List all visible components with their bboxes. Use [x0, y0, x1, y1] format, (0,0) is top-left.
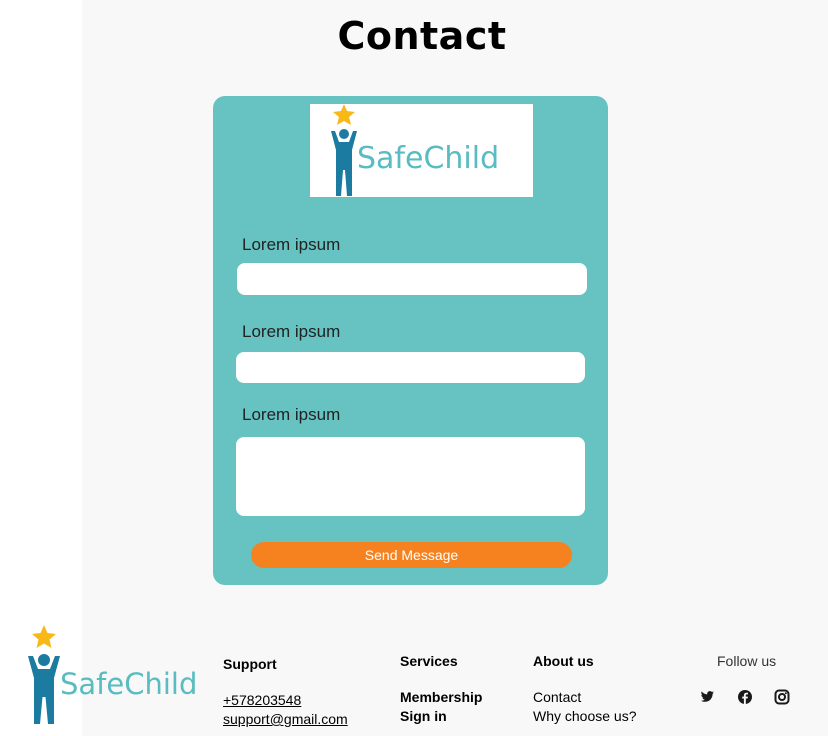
page-title: Contact: [337, 14, 507, 58]
footer-about-heading: About us: [533, 653, 594, 669]
footer-link-why-choose-us[interactable]: Why choose us?: [533, 708, 637, 724]
send-message-button[interactable]: Send Message: [251, 542, 572, 568]
twitter-icon[interactable]: [699, 689, 715, 705]
instagram-icon[interactable]: [774, 689, 790, 705]
follow-us-label: Follow us: [717, 653, 777, 669]
field-1-input[interactable]: [237, 263, 587, 295]
footer-link-membership[interactable]: Membership: [400, 689, 482, 705]
field-3-label: Lorem ipsum: [242, 405, 341, 424]
field-2-input[interactable]: [236, 352, 585, 383]
contact-form-card: SafeChild Lorem ipsum Lorem ipsum Lorem …: [213, 96, 608, 585]
footer-services-heading: Services: [400, 653, 458, 669]
footer-email-link[interactable]: support@gmail.com: [223, 711, 348, 727]
field-1-label: Lorem ipsum: [242, 235, 341, 254]
safechild-figure-icon: [331, 104, 357, 196]
field-2-label: Lorem ipsum: [242, 322, 341, 341]
footer-logo: [24, 624, 64, 732]
footer-link-sign-in[interactable]: Sign in: [400, 708, 447, 724]
facebook-icon[interactable]: [737, 689, 753, 705]
brand-logo-text: SafeChild: [357, 141, 500, 176]
footer-link-contact[interactable]: Contact: [533, 689, 581, 705]
message-textarea[interactable]: [236, 437, 585, 516]
footer-logo-text: SafeChild: [60, 667, 198, 701]
footer-phone-link[interactable]: +578203548: [223, 692, 301, 708]
footer-support-heading: Support: [223, 656, 277, 672]
safechild-figure-icon: [28, 625, 60, 724]
brand-logo: SafeChild: [310, 104, 533, 197]
